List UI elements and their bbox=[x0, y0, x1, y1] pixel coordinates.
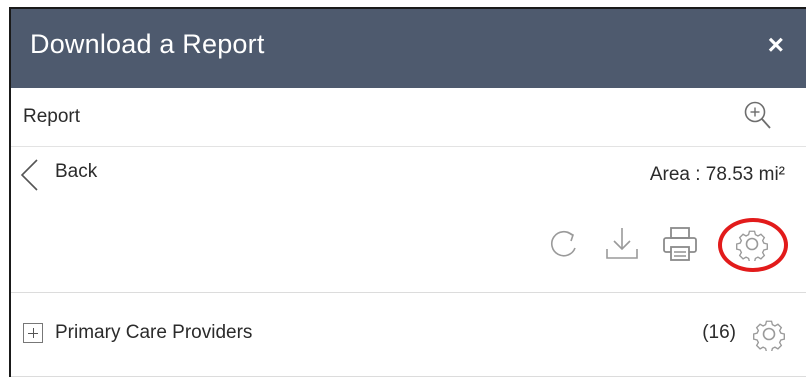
navigation-row: Back Area : 78.53 mi² bbox=[11, 146, 806, 293]
provider-settings-icon[interactable] bbox=[752, 317, 786, 351]
download-icon bbox=[606, 228, 638, 259]
refresh-icon bbox=[550, 230, 576, 257]
refresh-button[interactable] bbox=[544, 224, 584, 264]
print-button[interactable] bbox=[660, 224, 700, 264]
list-item: Primary Care Providers (16) bbox=[11, 292, 806, 377]
back-label: Back bbox=[55, 161, 98, 182]
area-readout: Area : 78.53 mi² bbox=[649, 164, 785, 185]
download-button[interactable] bbox=[602, 224, 642, 264]
close-button[interactable]: × bbox=[768, 29, 784, 61]
panel-title: Download a Report bbox=[30, 29, 265, 59]
report-label: Report bbox=[23, 106, 81, 127]
chevron-left-icon bbox=[20, 159, 38, 191]
report-toolbar bbox=[544, 218, 788, 272]
report-panel: Download a Report × Report Back Area : 7… bbox=[9, 7, 806, 377]
print-icon bbox=[663, 227, 697, 261]
highlight-circle bbox=[718, 218, 788, 272]
settings-button[interactable] bbox=[718, 218, 788, 272]
zoom-in-icon[interactable] bbox=[743, 100, 773, 132]
provider-label: Primary Care Providers bbox=[55, 322, 253, 343]
panel-header: Download a Report × bbox=[11, 9, 806, 88]
report-row: Report bbox=[11, 88, 806, 147]
back-button[interactable]: Back bbox=[19, 158, 97, 192]
expand-toggle[interactable] bbox=[23, 323, 43, 343]
provider-count: (16) bbox=[702, 322, 736, 343]
